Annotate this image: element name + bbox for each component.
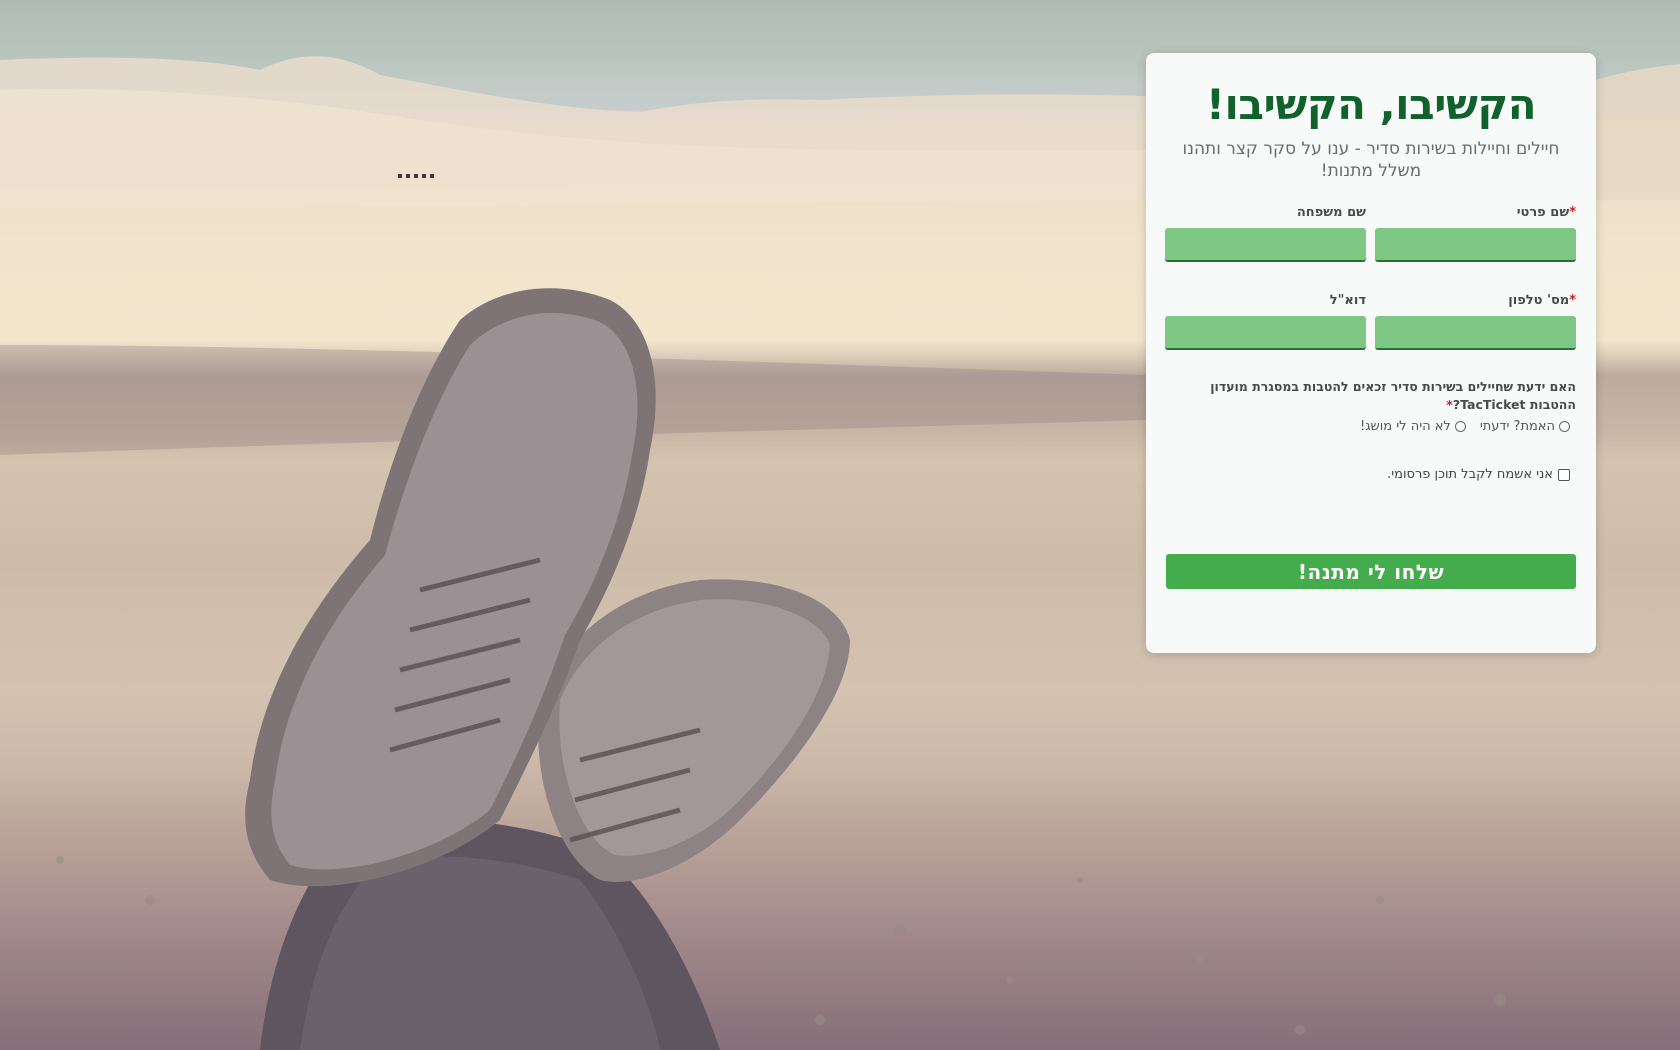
- phone-label-text: מס' טלפון: [1508, 293, 1570, 308]
- phone-input[interactable]: [1375, 316, 1576, 350]
- email-input[interactable]: [1165, 316, 1366, 350]
- required-mark: *: [1569, 293, 1576, 308]
- required-mark: *: [1569, 205, 1576, 220]
- submit-button[interactable]: שלחו לי מתנה!: [1166, 554, 1576, 589]
- radio-option-no-idea-label: לא היה לי מושג!: [1359, 419, 1451, 434]
- first-name-label-text: שם פרטי: [1516, 205, 1570, 220]
- survey-form-card: הקשיבו, הקשיבו! חיילים וחיילות בשירות סד…: [1146, 53, 1596, 653]
- last-name-input[interactable]: [1165, 228, 1366, 262]
- first-name-input[interactable]: [1375, 228, 1576, 262]
- first-name-field: *שם פרטי: [1375, 204, 1576, 262]
- email-label: דוא"ל: [1329, 293, 1366, 308]
- radio-circle-icon[interactable]: [1454, 421, 1466, 432]
- email-field: דוא"ל: [1165, 292, 1366, 350]
- form-title: הקשיבו, הקשיבו!: [1205, 80, 1537, 129]
- radio-option-knew[interactable]: האמת? ידעתי: [1480, 419, 1570, 434]
- consent-label: אני אשמח לקבל תוכן פרסומי.: [1387, 467, 1553, 482]
- last-name-label: שם משפחה: [1296, 205, 1366, 220]
- question-text: האם ידעת שחיילים בשירות סדיר זכאים להטבו…: [1210, 379, 1576, 412]
- radio-circle-icon[interactable]: [1559, 421, 1570, 432]
- question-radio-group: האמת? ידעתי לא היה לי מושג!: [1360, 419, 1570, 434]
- landing-page: הקשיבו, הקשיבו! חיילים וחיילות בשירות סד…: [0, 0, 1680, 1050]
- tacticket-question: האם ידעת שחיילים בשירות סדיר זכאים להטבו…: [1166, 378, 1576, 414]
- consent-checkbox[interactable]: [1558, 468, 1570, 481]
- radio-option-no-idea[interactable]: לא היה לי מושג!: [1360, 419, 1466, 434]
- form-subtitle: חיילים וחיילות בשירות סדיר - ענו על סקר …: [1182, 139, 1560, 181]
- phone-field: *מס' טלפון: [1375, 292, 1576, 350]
- last-name-field: שם משפחה: [1165, 204, 1366, 262]
- first-name-label: *שם פרטי: [1375, 204, 1576, 222]
- phone-label: *מס' טלפון: [1375, 292, 1576, 310]
- marketing-consent[interactable]: אני אשמח לקבל תוכן פרסומי.: [1387, 467, 1570, 482]
- radio-option-knew-label: האמת? ידעתי: [1479, 419, 1555, 434]
